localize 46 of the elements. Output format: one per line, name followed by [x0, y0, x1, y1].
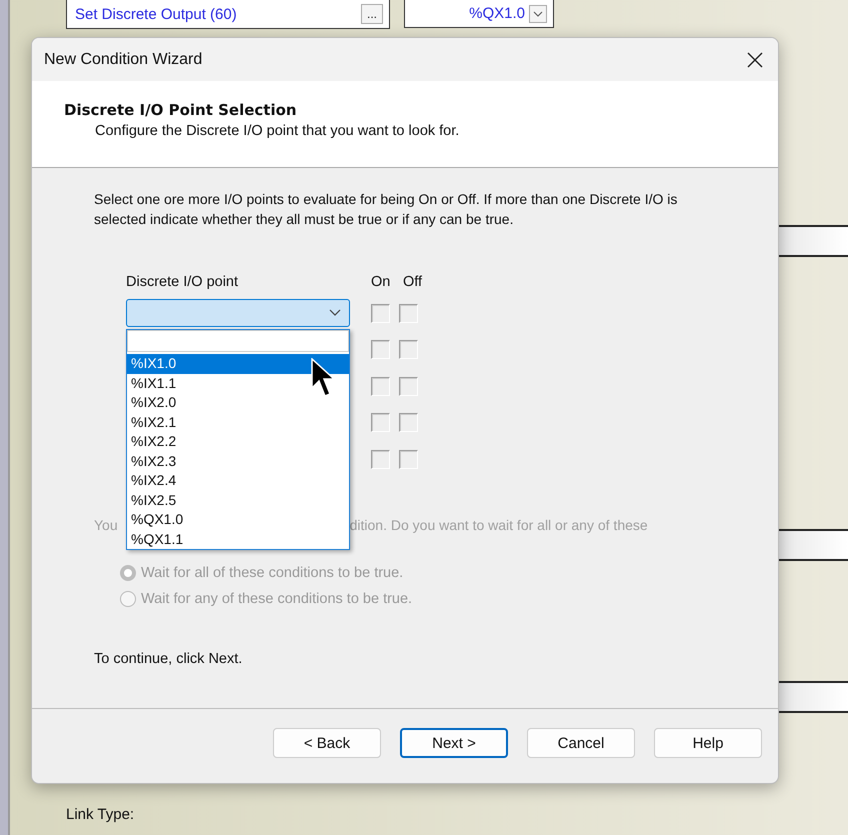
wizard-button[interactable]: Cancel	[527, 728, 635, 758]
column-heading: Off	[403, 274, 422, 290]
browse-button[interactable]: ...	[361, 4, 383, 24]
text-field[interactable]	[778, 681, 848, 713]
on-checkbox[interactable]	[371, 450, 390, 469]
wait-text: dition. Do you want to wait for all or any of these	[350, 516, 648, 534]
wait-text: You	[94, 516, 118, 534]
off-checkbox[interactable]	[399, 413, 418, 432]
close-icon[interactable]	[747, 52, 763, 68]
wizard-button[interactable]: Help	[654, 728, 762, 758]
off-checkbox[interactable]	[399, 340, 418, 360]
dropdown-item[interactable]: %IX2.2	[127, 432, 349, 452]
text-field[interactable]	[778, 529, 848, 561]
dropdown-item[interactable]: %IX2.1	[127, 412, 349, 432]
text-field[interactable]	[778, 225, 848, 257]
column-heading: On	[371, 274, 392, 290]
dialog-title: New Condition Wizard	[44, 50, 202, 68]
off-checkbox[interactable]	[399, 304, 418, 323]
empty-list-item[interactable]	[127, 330, 349, 352]
on-checkbox[interactable]	[371, 376, 390, 396]
instructions-text: Select one ore more I/O points to evaluate for being On or Off. If more than one Discrete I/O is selected indicate whether they all must be true or if any can be true.	[94, 190, 678, 229]
link-type-label: Link Type:	[66, 806, 134, 823]
wizard-button[interactable]: Next >	[400, 728, 508, 758]
caret-icon	[329, 309, 341, 318]
off-checkbox[interactable]	[399, 450, 418, 469]
caret-icon	[529, 4, 547, 22]
output-combo[interactable]: %QX1.0	[404, 0, 554, 28]
dropdown-item[interactable]: %IX2.0	[127, 393, 349, 412]
on-checkbox[interactable]	[371, 413, 390, 432]
on-checkbox[interactable]	[371, 340, 390, 360]
column-heading: Discrete I/O point	[126, 274, 240, 290]
dropdown-item[interactable]: %IX1.0	[127, 354, 349, 374]
step-subtitle: Configure the Discrete I/O point that you want to look for.	[95, 123, 460, 139]
on-checkbox[interactable]	[371, 304, 390, 323]
io-point-combo[interactable]	[126, 299, 350, 328]
off-checkbox[interactable]	[399, 376, 418, 396]
step-title: Discrete I/O Point Selection	[64, 101, 298, 119]
dropdown-item[interactable]: %IX2.4	[127, 471, 349, 490]
dropdown-item[interactable]: %QX1.1	[127, 530, 349, 549]
action-field[interactable]: Set Discrete Output (60) ...	[66, 0, 390, 29]
dropdown-item[interactable]: %QX1.0	[127, 510, 349, 530]
dropdown-item[interactable]: %IX2.5	[127, 490, 349, 510]
continue-text: To continue, click Next.	[94, 650, 244, 666]
dropdown-item[interactable]: %IX2.3	[127, 452, 349, 471]
wizard-button[interactable]: < Back	[273, 728, 381, 758]
dropdown-item[interactable]: %IX1.1	[127, 374, 349, 393]
